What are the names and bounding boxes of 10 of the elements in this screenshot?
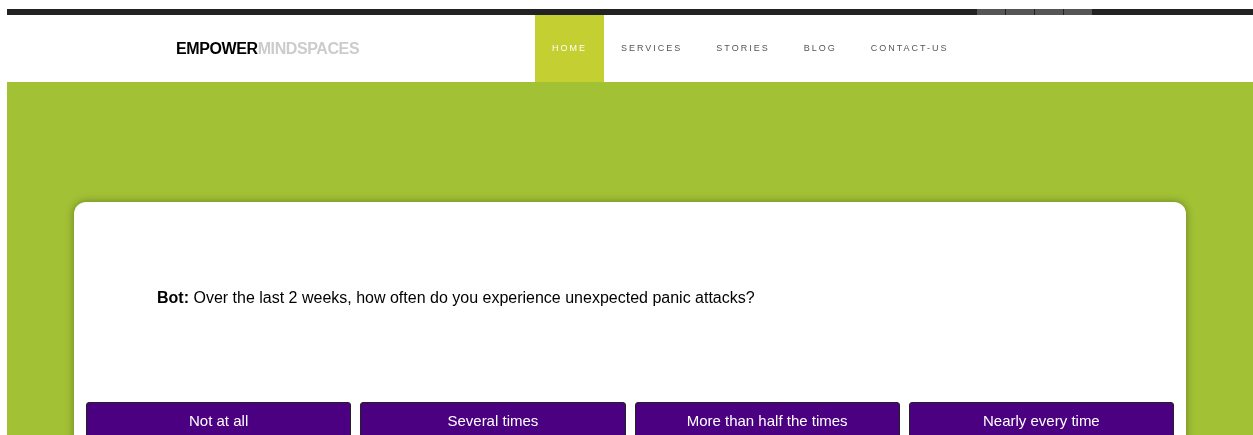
chat-message: Bot: Over the last 2 weeks, how often do you experience unexpected panic attacks? bbox=[156, 288, 756, 308]
site-logo[interactable]: EMPOWERMINDSPACES bbox=[176, 36, 360, 61]
answer-button[interactable]: Not at all bbox=[86, 402, 352, 435]
answer-button[interactable]: Several times bbox=[360, 402, 626, 435]
answer-button[interactable]: Nearly every time bbox=[908, 402, 1174, 435]
nav-link[interactable]: CONTACT-US bbox=[853, 15, 966, 82]
nav-link[interactable]: STORIES bbox=[699, 15, 787, 82]
nav-link[interactable]: BLOG bbox=[786, 15, 854, 82]
nav-link[interactable]: SERVICES bbox=[604, 15, 700, 82]
answer-button[interactable]: More than half the times bbox=[634, 402, 900, 435]
